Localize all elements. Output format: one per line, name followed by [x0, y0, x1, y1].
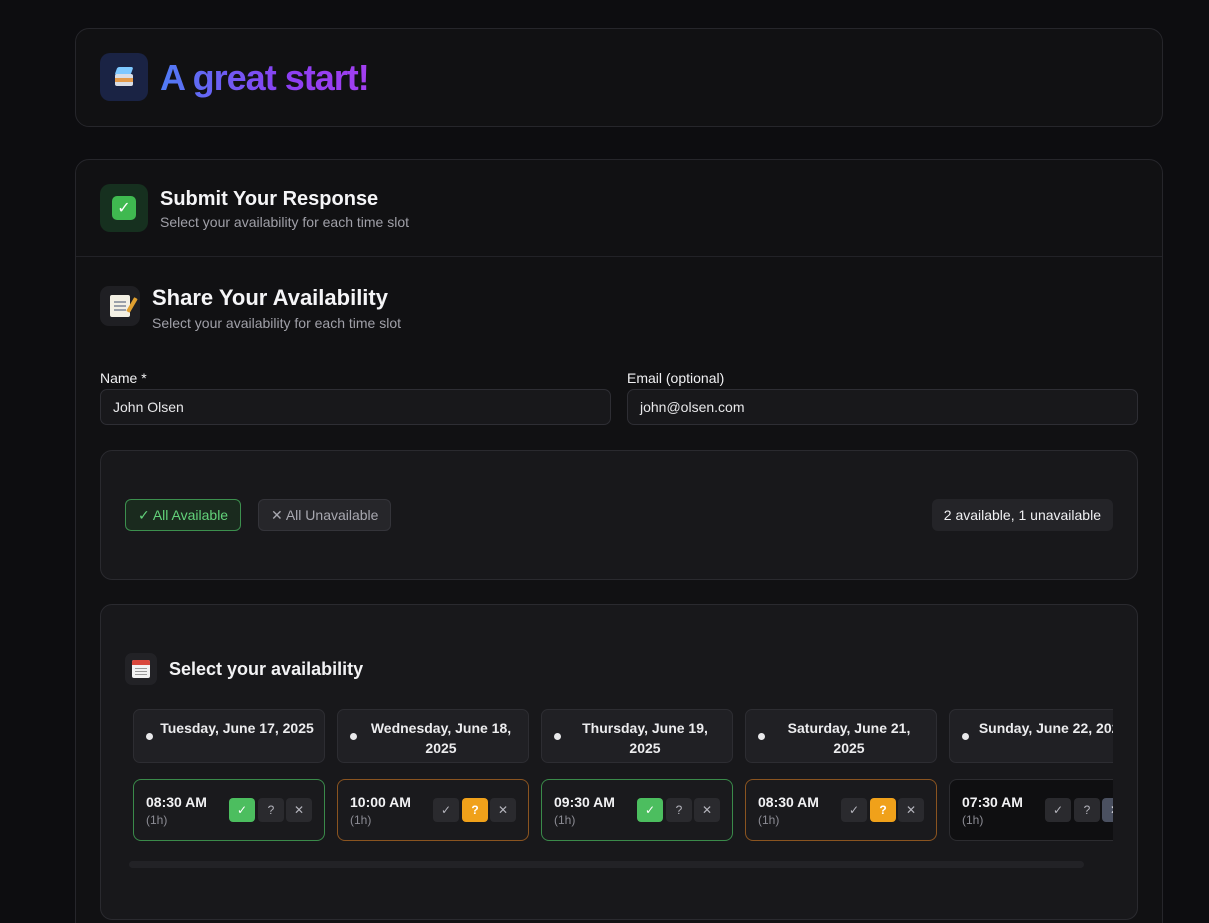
- day-label: Wednesday, June 18, 2025: [370, 720, 512, 756]
- slot-time: 10:00 AM: [350, 794, 411, 810]
- time-slot: 08:30 AM (1h) ✓ ? ✕: [133, 779, 325, 841]
- available-option-button[interactable]: ✓: [841, 798, 867, 822]
- bulk-actions-panel: ✓ All Available ✕ All Unavailable 2 avai…: [100, 450, 1138, 580]
- slot-time: 09:30 AM: [554, 794, 615, 810]
- available-option-button[interactable]: ✓: [229, 798, 255, 822]
- time-slot: 10:00 AM (1h) ✓ ? ✕: [337, 779, 529, 841]
- day-label: Tuesday, June 17, 2025: [160, 720, 314, 736]
- day-dot-icon: [962, 733, 969, 740]
- day-columns-scroller[interactable]: Tuesday, June 17, 2025 08:30 AM (1h) ✓ ?…: [133, 709, 1113, 845]
- day-label: Saturday, June 21, 2025: [787, 720, 911, 756]
- availability-title: Select your availability: [169, 659, 364, 679]
- maybe-option-button[interactable]: ?: [1074, 798, 1100, 822]
- slot-time: 08:30 AM: [758, 794, 819, 810]
- name-input[interactable]: John Olsen: [100, 389, 611, 425]
- day-label: Thursday, June 19, 2025: [582, 720, 708, 756]
- availability-panel: Select your availability Tuesday, June 1…: [100, 604, 1138, 920]
- maybe-option-button[interactable]: ?: [666, 798, 692, 822]
- slot-duration: (1h): [146, 813, 168, 827]
- check-mark-icon: ✓: [100, 184, 148, 232]
- email-label: Email (optional): [627, 370, 725, 386]
- submit-subtitle: Select your availability for each time s…: [160, 214, 409, 230]
- header-card: A great start!: [75, 28, 1163, 127]
- day-dot-icon: [146, 733, 153, 740]
- day-dot-icon: [758, 733, 765, 740]
- unavailable-option-button[interactable]: ✕: [490, 798, 516, 822]
- unavailable-option-button[interactable]: ✕: [286, 798, 312, 822]
- available-option-button[interactable]: ✓: [637, 798, 663, 822]
- maybe-option-button[interactable]: ?: [258, 798, 284, 822]
- day-header: Wednesday, June 18, 2025: [337, 709, 529, 763]
- name-label: Name *: [100, 370, 147, 386]
- day-dot-icon: [350, 733, 357, 740]
- time-slot: 07:30 AM (1h) ✓ ? ✕: [949, 779, 1113, 841]
- unavailable-option-button[interactable]: ✕: [898, 798, 924, 822]
- maybe-option-button[interactable]: ?: [462, 798, 488, 822]
- slot-duration: (1h): [554, 813, 576, 827]
- day-header: Saturday, June 21, 2025: [745, 709, 937, 763]
- app-title: A great start!: [160, 57, 370, 98]
- submit-title: Submit Your Response: [160, 188, 379, 210]
- all-unavailable-button[interactable]: ✕ All Unavailable: [258, 499, 392, 531]
- day-header: Tuesday, June 17, 2025: [133, 709, 325, 763]
- day-dot-icon: [554, 733, 561, 740]
- slot-duration: (1h): [962, 813, 984, 827]
- slot-time: 08:30 AM: [146, 794, 207, 810]
- day-label: Sunday, June 22, 2025: [978, 720, 1113, 736]
- email-input[interactable]: john@olsen.com: [627, 389, 1138, 425]
- day-header: Sunday, June 22, 2025: [949, 709, 1113, 763]
- share-subtitle: Select your availability for each time s…: [152, 315, 401, 331]
- unavailable-option-button[interactable]: ✕: [1102, 798, 1113, 822]
- time-slot: 08:30 AM (1h) ✓ ? ✕: [745, 779, 937, 841]
- slot-duration: (1h): [350, 813, 372, 827]
- maybe-option-button[interactable]: ?: [870, 798, 896, 822]
- all-available-button[interactable]: ✓ All Available: [125, 499, 242, 531]
- calendar-icon: [125, 653, 157, 685]
- slot-time: 07:30 AM: [962, 794, 1023, 810]
- available-option-button[interactable]: ✓: [1045, 798, 1071, 822]
- app-logo-icon: [100, 53, 148, 101]
- availability-summary-badge: 2 available, 1 unavailable: [931, 499, 1113, 531]
- unavailable-option-button[interactable]: ✕: [694, 798, 720, 822]
- section-divider: [76, 256, 1162, 257]
- main-card: ✓ Submit Your Response Select your avail…: [75, 159, 1163, 923]
- slot-duration: (1h): [758, 813, 780, 827]
- time-slot: 09:30 AM (1h) ✓ ? ✕: [541, 779, 733, 841]
- available-option-button[interactable]: ✓: [433, 798, 459, 822]
- horizontal-scrollbar[interactable]: [129, 861, 1084, 868]
- memo-icon: [100, 286, 140, 326]
- day-header: Thursday, June 19, 2025: [541, 709, 733, 763]
- share-title: Share Your Availability: [152, 285, 388, 310]
